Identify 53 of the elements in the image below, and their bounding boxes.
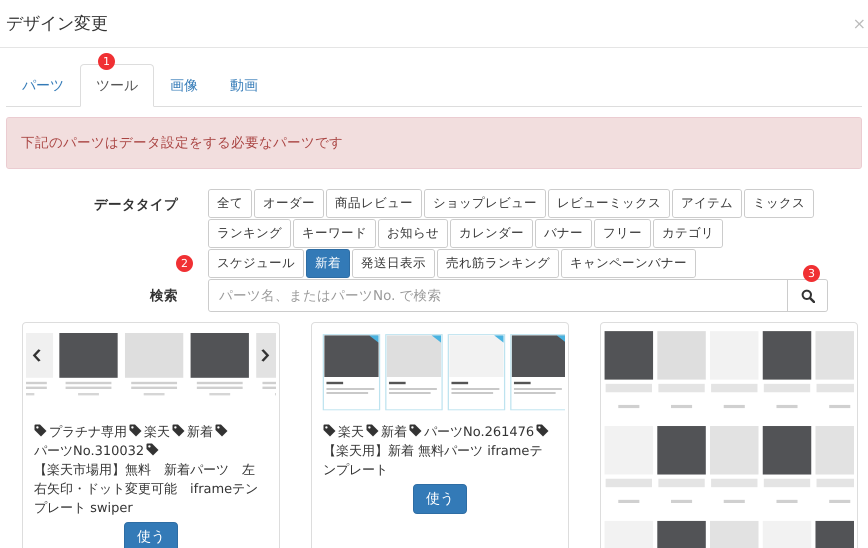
filter-button[interactable]: 売れ筋ランキング xyxy=(437,249,559,278)
filter-button[interactable]: フリー xyxy=(594,219,651,248)
filter-button[interactable]: カテゴリ xyxy=(653,219,723,248)
tag-icon xyxy=(146,443,160,456)
filter-button[interactable]: キャンペーンバナー xyxy=(561,249,696,278)
tag-icon xyxy=(129,424,142,437)
filter-button[interactable]: ミックス xyxy=(744,189,814,218)
search-field[interactable]: パーツ名、またはパーツNo. で検索 xyxy=(208,279,788,312)
tab[interactable]: パーツ xyxy=(6,64,80,107)
use-button[interactable]: 使う xyxy=(124,522,178,548)
tag-text: パーツNo.310032 xyxy=(34,443,144,461)
filter-button[interactable]: キーワード xyxy=(293,219,376,248)
use-button[interactable]: 使う xyxy=(413,484,467,514)
tag-icon xyxy=(366,424,379,437)
tag-text: 楽天 xyxy=(338,424,364,442)
step-badge: 2 xyxy=(176,255,193,272)
tag-text: プラチナ専用 xyxy=(49,424,127,442)
filter-button[interactable]: カレンダー xyxy=(450,219,533,248)
filter-button[interactable]: ランキング xyxy=(208,219,291,248)
search-label: 検索 xyxy=(148,287,179,305)
tab[interactable]: 画像 xyxy=(154,64,214,107)
data-type-label: データタイプ xyxy=(93,196,180,214)
tag-icon xyxy=(536,424,550,437)
tab[interactable]: 動画 xyxy=(214,64,274,107)
filter-button[interactable]: 商品レビュー xyxy=(326,189,422,218)
step-badge: 1 xyxy=(98,53,115,70)
tag-text: 楽天 xyxy=(144,424,170,442)
search-icon xyxy=(800,288,814,302)
filter-button[interactable]: アイテム xyxy=(672,189,742,218)
filter-button[interactable]: お知らせ xyxy=(378,219,448,248)
filter-button[interactable]: 発送日表示 xyxy=(352,249,435,278)
filter-button[interactable]: スケジュール xyxy=(208,249,304,278)
tag-text: 【楽天用】新着 無料パーツ iframeテンプレート xyxy=(323,443,544,480)
tag-text: 新着 xyxy=(381,424,407,442)
filter-button[interactable]: オーダー xyxy=(254,189,324,218)
tag-icon xyxy=(215,424,228,437)
tag-icon xyxy=(323,424,336,437)
tab[interactable]: ツール xyxy=(80,64,154,107)
tag-text: 【楽天市場用】無料 新着パーツ 左右矢印・ドット変更可能 iframeテンプレート swiper xyxy=(34,462,260,518)
tag-text: 新着 xyxy=(187,424,213,442)
filter-button[interactable]: ショップレビュー xyxy=(424,189,546,218)
tag-text: パーツNo.261476 xyxy=(424,424,534,442)
dialog-title: デザイン変更 xyxy=(6,13,108,35)
tag-icon xyxy=(34,424,47,437)
filter-button[interactable]: 全て xyxy=(208,189,252,218)
filter-button[interactable]: 新着 xyxy=(306,249,350,278)
tag-icon xyxy=(409,424,422,437)
step-badge: 3 xyxy=(803,265,820,282)
filter-button[interactable]: バナー xyxy=(535,219,592,248)
filter-button[interactable]: レビューミックス xyxy=(548,189,670,218)
search-button[interactable] xyxy=(788,279,828,312)
tag-icon xyxy=(172,424,185,437)
alert-message: 下記のパーツはデータ設定をする必要なパーツです xyxy=(6,117,862,169)
